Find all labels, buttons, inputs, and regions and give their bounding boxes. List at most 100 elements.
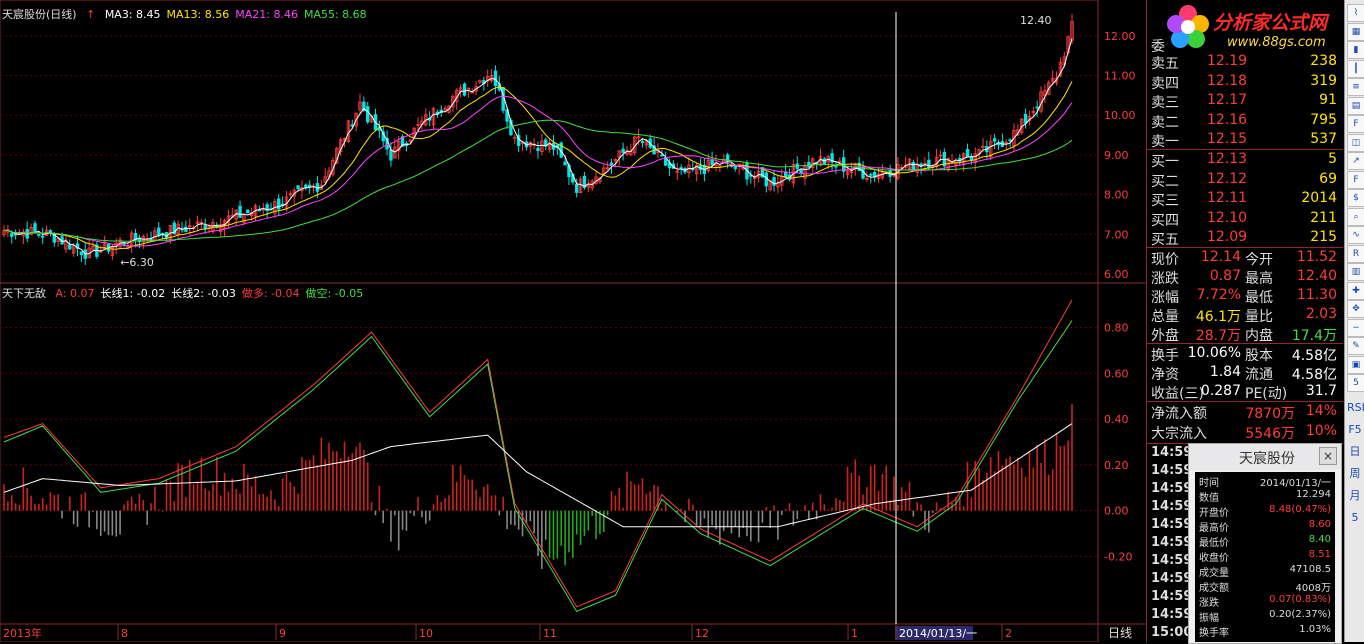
stat-label: 换手 [1151,348,1179,364]
buy-row: 买一 12.13 5 [1147,151,1343,170]
popup-value: 8.40 [1308,534,1331,545]
flow-label: 大宗流入 [1151,426,1207,442]
buy-label: 买五 [1151,232,1179,248]
toolbar-label-button[interactable]: 日 [1347,444,1363,460]
popup-label: 成交量 [1199,568,1229,579]
buy-price: 12.09 [1207,229,1248,245]
price-tick-label: 11.00 [1104,70,1136,83]
search-icon[interactable]: ⌕ [1347,207,1364,226]
bar-icon[interactable]: ▮ [1347,41,1364,59]
x-tick-label: 2 [1005,627,1012,640]
popup-value: 2014/01/13/一 [1259,478,1331,489]
grid-icon[interactable]: ▤ [1347,96,1364,115]
line-chart-icon[interactable]: ⌇ [1347,4,1364,22]
period-label: 日线 [1108,626,1132,640]
buy-price: 12.10 [1207,209,1248,226]
candle-body [927,159,931,169]
candle-body [389,149,393,161]
stack-icon[interactable]: ▥ [1347,263,1364,281]
stat-value: 4.58亿 [1291,367,1337,383]
stat-row: 外盘 28.7万 内盘 17.4万 [1147,325,1343,344]
candle-body [609,162,614,166]
popup-row: 时间 2014/01/13/一 [1195,474,1335,489]
toolbar-label-button[interactable]: 5 [1347,510,1363,526]
x-tick-label: 8 [121,627,128,640]
popup-value: 8.48(0.47%) [1269,504,1331,515]
sub-legend-item: 做多: -0.04 [241,287,300,300]
ma-legend-item: MA55: 8.68 [303,8,367,21]
sell-price: 12.15 [1207,131,1248,147]
f10-icon[interactable]: F [1347,115,1364,133]
doc-icon[interactable]: ▣ [1347,355,1364,374]
stat-row: 涨幅 7.72% 最低 11.30 [1147,287,1343,306]
divider [1147,343,1343,344]
candle-body [1008,139,1012,142]
buy-price: 12.12 [1207,170,1248,187]
stat-row: 总量 46.1万 量比 2.03 [1147,306,1343,325]
candle-body [838,160,842,163]
buy-row: 买四 12.10 211 [1147,210,1343,229]
candle-body [574,183,579,193]
buy-row: 买五 12.09 215 [1147,229,1343,248]
candle-body [563,161,567,166]
rsi-icon[interactable]: R [1347,244,1364,263]
candle-body [184,226,188,232]
stat-value: 0.87 [1209,268,1241,284]
sell-row: 卖一 12.15 537 [1147,131,1343,150]
popup-row: 最低价 8.40 [1195,534,1335,549]
kline-chart-svg[interactable]: 12.0011.0010.009.008.007.006.000.800.600… [0,0,1146,642]
ma-line-ma3 [3,38,1073,255]
f5-icon[interactable]: 5 [1347,374,1364,392]
stat-value: 1.84 [1209,364,1241,380]
move-icon[interactable]: ✥ [1347,300,1364,318]
toolbar-label-button[interactable]: 月 [1347,488,1363,504]
data-popup[interactable]: 天宸股份 × 时间 2014/01/13/一 数值 12.294 开盘价 8.48(0.4… [1188,443,1342,644]
popup-close-button[interactable]: × [1319,447,1337,465]
minus-icon[interactable]: − [1347,318,1364,337]
sub-legend-item: 做空: -0.05 [305,287,364,300]
toolbar-label-button[interactable]: 周 [1347,466,1363,482]
pen-icon[interactable]: ✎ [1347,337,1364,355]
main-legend: 天宸股份(日线) ↑ MA3: 8.45 MA13: 8.56 MA21: 8.46… [2,6,379,22]
f10-icon[interactable]: F [1347,170,1364,189]
x-tick-label: 9 [279,627,286,640]
candle-body [37,233,41,236]
kline-icon[interactable]: ┃ [1347,59,1364,78]
wave-icon[interactable]: ∿ [1347,226,1364,244]
table-icon[interactable]: ▦ [1347,22,1364,41]
chart-icon[interactable]: ◫ [1347,133,1364,152]
toolbar-label-button[interactable]: F5 [1347,422,1363,438]
candle-body [764,172,769,187]
popup-label: 涨跌 [1199,598,1219,609]
candle-body [122,243,126,245]
candle-body [733,165,738,170]
candle-body [660,154,664,157]
candle-body [149,238,153,241]
toolbar-label-button[interactable]: RSI [1347,400,1364,416]
sub-legend-item: 长线1: -0.02 [100,287,166,300]
stat-label: 涨幅 [1151,290,1179,306]
candle-body [203,225,207,230]
sell-row: 卖二 12.16 795 [1147,112,1343,131]
main-title-marker: ↑ [86,8,96,21]
popup-value: 0.20(2.37%) [1269,609,1331,620]
popup-value: 8.60 [1308,519,1331,530]
chart-area[interactable]: 12.00 11.00 10.00 9.00 8.00 7.00 6.00 0.80 0.60 0… [0,0,1146,642]
osc-line [3,299,1073,608]
stat-value: 11.52 [1296,249,1337,265]
candle-body [834,165,838,168]
candle-body [462,83,467,96]
ma-legend-item: MA21: 8.46 [235,8,298,21]
divider [1147,247,1343,248]
rise-icon[interactable]: ↗ [1347,152,1364,170]
tick-time: 14:59 [1151,463,1193,478]
ma-legend-item: MA13: 8.56 [166,8,230,21]
candle-body [157,227,161,237]
fin-icon[interactable]: $ [1347,189,1364,207]
candle-body [493,70,498,87]
plus-icon[interactable]: ✚ [1347,281,1364,300]
stat-value: 10.06% [1187,345,1241,361]
sub-legend-item: 长线2: -0.03 [171,287,236,300]
candle-body [79,251,84,256]
list-icon[interactable]: ≡ [1347,78,1364,96]
